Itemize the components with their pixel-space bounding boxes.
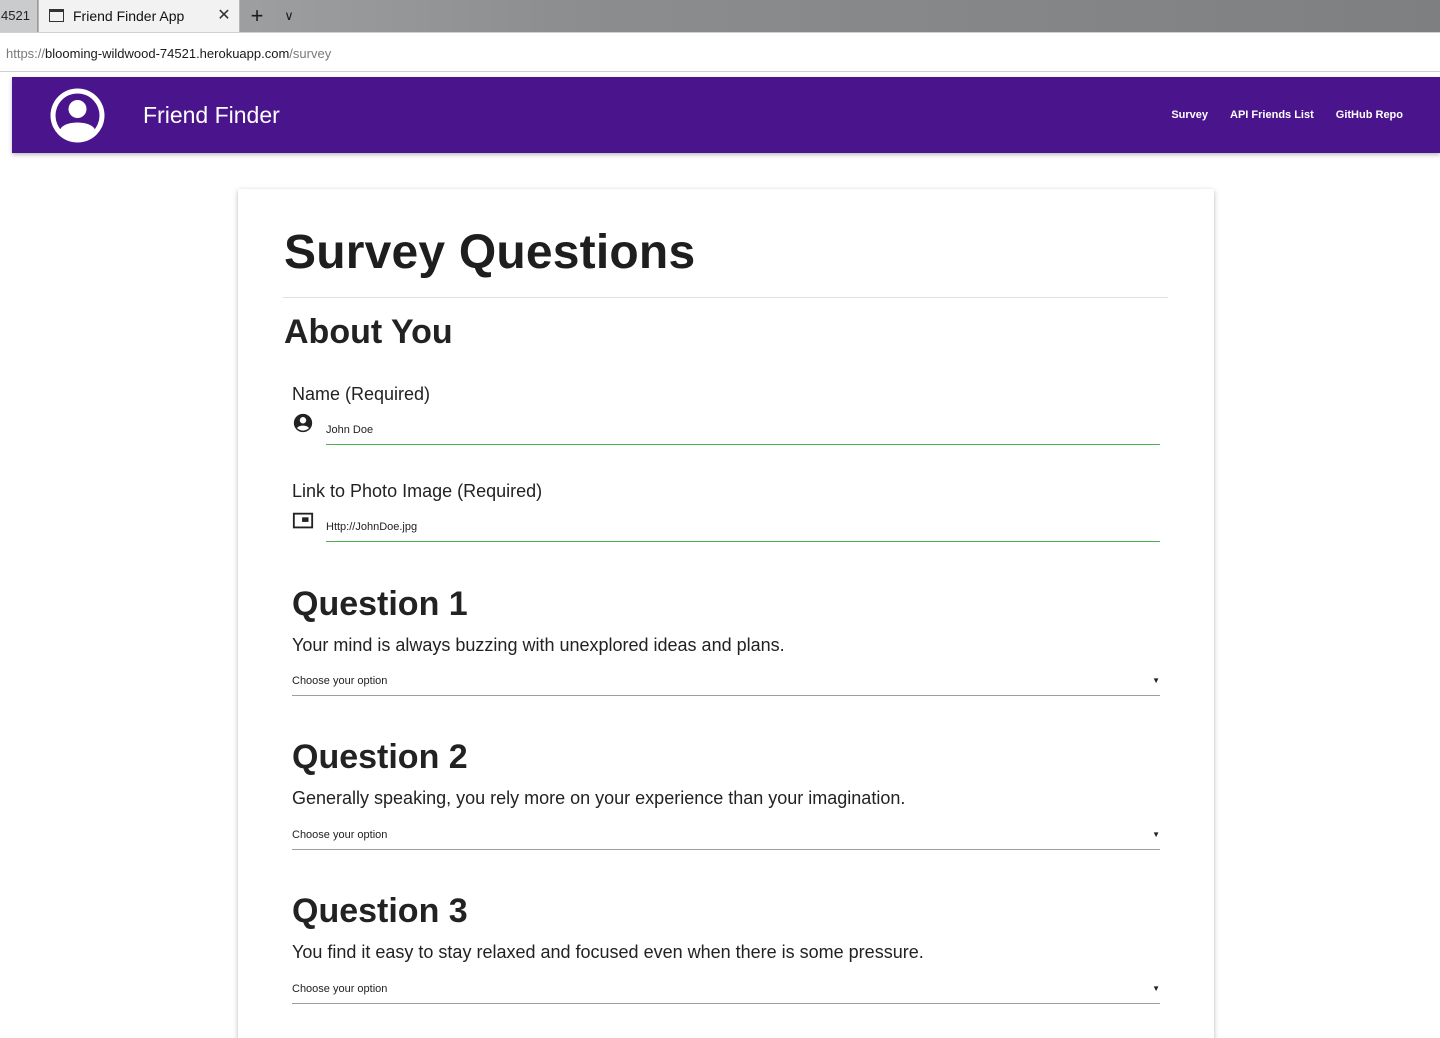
survey-card: Survey Questions About You Name (Require… — [238, 189, 1214, 1038]
question-2-select[interactable]: Choose your option ▼ — [292, 826, 1160, 850]
close-icon[interactable]: ✕ — [213, 0, 235, 32]
question-1-title: Question 1 — [292, 585, 468, 623]
nav-link-survey[interactable]: Survey — [1171, 109, 1208, 121]
question-2-text: Generally speaking, you rely more on you… — [292, 788, 906, 808]
question-2-title: Question 2 — [292, 738, 468, 776]
browser-tab-previous-label: 4521 — [1, 8, 30, 23]
url-scheme: https:// — [6, 46, 46, 61]
brand-title[interactable]: Friend Finder — [143, 77, 280, 153]
caret-down-icon: ▼ — [1152, 984, 1160, 993]
new-tab-icon[interactable]: + — [246, 0, 268, 32]
question-3-select[interactable]: Choose your option ▼ — [292, 980, 1160, 1004]
question-1-selected-value: Choose your option — [292, 675, 388, 687]
section-title-about-you: About You — [284, 313, 453, 351]
nav-link-github-repo[interactable]: GitHub Repo — [1336, 109, 1403, 121]
nav-link-api-friends-list[interactable]: API Friends List — [1230, 109, 1314, 121]
question-1-select[interactable]: Choose your option ▼ — [292, 672, 1160, 696]
url-text[interactable]: https://blooming-wildwood-74521.herokuap… — [6, 33, 331, 75]
browser-tab-previous[interactable]: 4521 — [0, 0, 38, 32]
browser-tab-active[interactable]: Friend Finder App ✕ — [38, 0, 240, 32]
photo-field-label: Link to Photo Image (Required) — [292, 481, 543, 501]
question-1-text: Your mind is always buzzing with unexplo… — [292, 635, 785, 655]
picture-in-picture-icon — [292, 512, 314, 529]
nav-links: Survey API Friends List GitHub Repo — [1149, 77, 1403, 153]
page-icon — [49, 9, 64, 22]
page-title: Survey Questions — [284, 226, 696, 279]
title-divider — [283, 297, 1168, 298]
caret-down-icon: ▼ — [1152, 676, 1160, 685]
browser-tabstrip: 4521 Friend Finder App ✕ + ∨ — [0, 0, 1440, 32]
account-circle-icon[interactable] — [49, 87, 106, 144]
photo-link-input[interactable] — [326, 512, 1160, 542]
question-3-title: Question 3 — [292, 892, 468, 930]
caret-down-icon: ▼ — [1152, 830, 1160, 839]
question-3-selected-value: Choose your option — [292, 983, 388, 995]
browser-tab-title: Friend Finder App — [73, 8, 185, 24]
site-navbar: Friend Finder Survey API Friends List Gi… — [12, 77, 1440, 153]
chevron-down-icon[interactable]: ∨ — [278, 0, 300, 32]
name-field-label: Name (Required) — [292, 384, 431, 404]
question-2-selected-value: Choose your option — [292, 829, 388, 841]
address-bar[interactable]: https://blooming-wildwood-74521.herokuap… — [0, 32, 1440, 72]
url-host: blooming-wildwood-74521.herokuapp.com — [45, 46, 290, 61]
account-circle-icon — [293, 413, 313, 433]
name-input[interactable] — [326, 415, 1160, 445]
question-3-text: You find it easy to stay relaxed and foc… — [292, 942, 924, 962]
url-path: /survey — [289, 46, 332, 61]
